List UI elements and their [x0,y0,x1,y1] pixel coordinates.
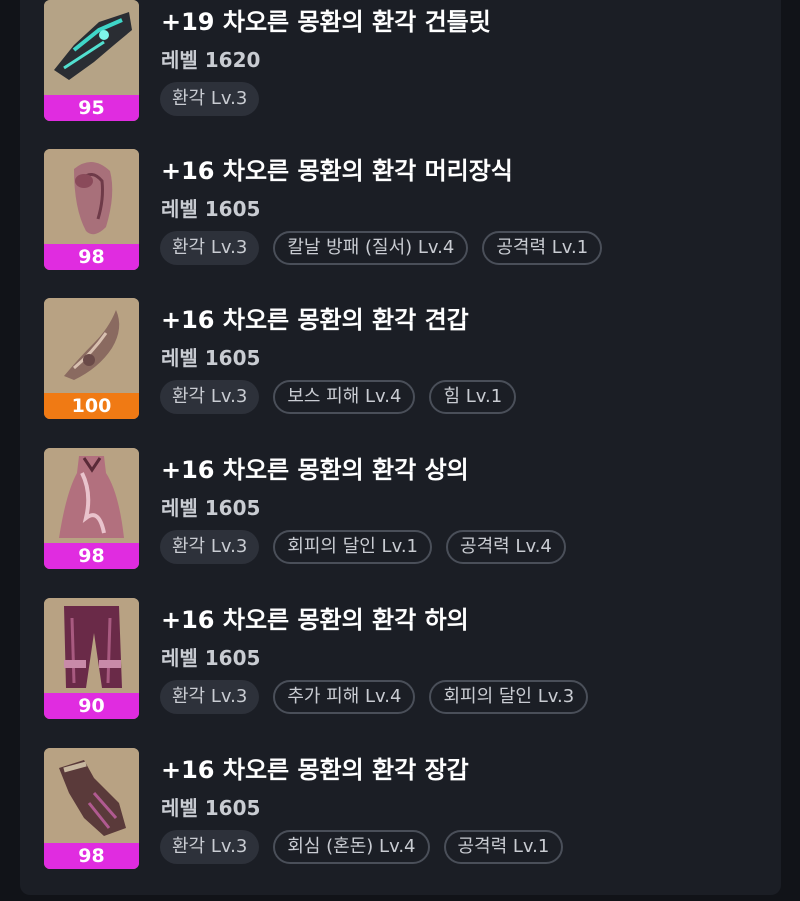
item-level: 레벨 1605 [161,346,261,370]
item-title: +16 차오른 몽환의 환각 머리장식 [161,157,513,185]
item-thumbnail: 98 [44,448,139,569]
engraving-tags: 환각 Lv.3 [160,82,260,116]
tag-engraving: 공격력 Lv.1 [482,231,603,265]
quality-badge: 100 [44,393,139,419]
tag-engraving: 공격력 Lv.1 [443,830,564,864]
item-level: 레벨 1605 [161,796,261,820]
gloves-icon [44,748,139,844]
item-title: +19 차오른 몽환의 환각 건틀릿 [161,8,491,36]
tag-engraving: 회피의 달인 Lv.1 [273,530,433,564]
item-title: +16 차오른 몽환의 환각 상의 [161,456,469,484]
engraving-tags: 환각 Lv.3 칼날 방패 (질서) Lv.4 공격력 Lv.1 [160,231,603,265]
shoulder-icon [44,298,139,394]
quality-badge: 98 [44,543,139,569]
item-title: +16 차오른 몽환의 환각 견갑 [161,306,469,334]
tag-illusion: 환각 Lv.3 [160,680,260,714]
tag-engraving: 추가 피해 Lv.4 [273,680,416,714]
item-level: 레벨 1620 [161,48,261,72]
equipment-item-chest[interactable]: 98 +16 차오른 몽환의 환각 상의 레벨 1605 환각 Lv.3 회피의… [0,442,800,569]
engraving-tags: 환각 Lv.3 회피의 달인 Lv.1 공격력 Lv.4 [160,530,566,564]
chest-armor-icon [44,448,139,544]
tag-engraving: 회심 (혼돈) Lv.4 [273,830,430,864]
quality-badge: 90 [44,693,139,719]
quality-badge: 98 [44,244,139,270]
engraving-tags: 환각 Lv.3 보스 피해 Lv.4 힘 Lv.1 [160,380,517,414]
tag-engraving: 칼날 방패 (질서) Lv.4 [273,231,469,265]
tag-engraving: 회피의 달인 Lv.3 [429,680,589,714]
item-level: 레벨 1605 [161,197,261,221]
item-title: +16 차오른 몽환의 환각 장갑 [161,756,469,784]
equipment-item-weapon[interactable]: 95 +19 차오른 몽환의 환각 건틀릿 레벨 1620 환각 Lv.3 [0,0,800,121]
equipment-item-pants[interactable]: 90 +16 차오른 몽환의 환각 하의 레벨 1605 환각 Lv.3 추가 … [0,592,800,719]
tag-engraving: 보스 피해 Lv.4 [273,380,416,414]
item-thumbnail: 95 [44,0,139,121]
weapon-gauntlet-icon [44,0,139,96]
item-thumbnail: 98 [44,748,139,869]
equipment-item-helmet[interactable]: 98 +16 차오른 몽환의 환각 머리장식 레벨 1605 환각 Lv.3 칼… [0,143,800,270]
helmet-icon [44,149,139,245]
tag-illusion: 환각 Lv.3 [160,830,260,864]
item-level: 레벨 1605 [161,496,261,520]
item-thumbnail: 100 [44,298,139,419]
tag-engraving: 힘 Lv.1 [429,380,517,414]
pants-icon [44,598,139,694]
quality-badge: 95 [44,95,139,121]
tag-illusion: 환각 Lv.3 [160,380,260,414]
item-level: 레벨 1605 [161,646,261,670]
engraving-tags: 환각 Lv.3 회심 (혼돈) Lv.4 공격력 Lv.1 [160,830,564,864]
item-thumbnail: 98 [44,149,139,270]
tag-engraving: 공격력 Lv.4 [446,530,566,564]
equipment-item-gloves[interactable]: 98 +16 차오른 몽환의 환각 장갑 레벨 1605 환각 Lv.3 회심 … [0,742,800,869]
item-thumbnail: 90 [44,598,139,719]
equipment-item-shoulder[interactable]: 100 +16 차오른 몽환의 환각 견갑 레벨 1605 환각 Lv.3 보스… [0,292,800,419]
item-title: +16 차오른 몽환의 환각 하의 [161,606,469,634]
quality-badge: 98 [44,843,139,869]
engraving-tags: 환각 Lv.3 추가 피해 Lv.4 회피의 달인 Lv.3 [160,680,589,714]
tag-illusion: 환각 Lv.3 [160,231,260,265]
tag-illusion: 환각 Lv.3 [160,82,260,116]
tag-illusion: 환각 Lv.3 [160,530,260,564]
